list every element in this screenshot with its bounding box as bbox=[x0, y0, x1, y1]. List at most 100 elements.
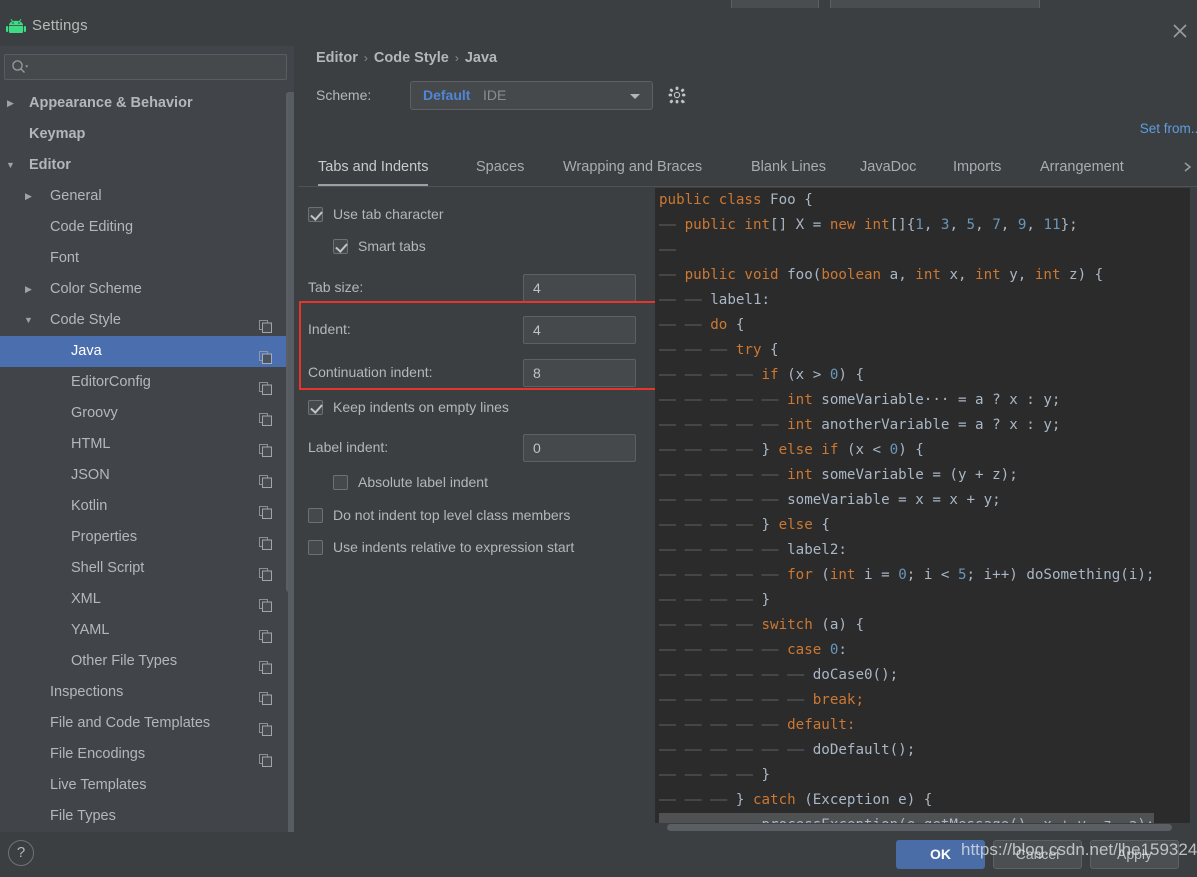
sidebar-item-kotlin[interactable]: Kotlin bbox=[0, 491, 294, 522]
copy-icon[interactable] bbox=[259, 686, 272, 705]
ok-button[interactable]: OK bbox=[896, 840, 985, 869]
sidebar-item-code-style[interactable]: ▼ Code Style bbox=[0, 305, 294, 336]
sidebar-item-label: Inspections bbox=[50, 684, 124, 700]
sidebar-item-xml[interactable]: XML bbox=[0, 584, 294, 615]
tab-tabs-and-indents[interactable]: Tabs and Indents bbox=[318, 151, 429, 187]
option-use-indents-relative[interactable]: Use indents relative to expression start bbox=[294, 534, 657, 562]
sidebar-item-properties[interactable]: Properties bbox=[0, 522, 294, 553]
sidebar-item-inspections[interactable]: Inspections bbox=[0, 677, 294, 708]
use-tab-character-checkbox[interactable] bbox=[308, 207, 323, 222]
copy-icon[interactable] bbox=[259, 345, 272, 364]
breadcrumb-code-style[interactable]: Code Style bbox=[374, 50, 449, 66]
tab-arrangement[interactable]: Arrangement bbox=[1040, 151, 1124, 187]
option-label-indent[interactable]: Label indent: 0 bbox=[294, 434, 657, 462]
tab-spaces[interactable]: Spaces bbox=[476, 151, 524, 187]
option-use-tab-character[interactable]: Use tab character bbox=[294, 201, 657, 229]
chevron-right-icon[interactable]: ▶ bbox=[22, 274, 35, 305]
copy-icon[interactable] bbox=[259, 748, 272, 767]
sidebar-item-json[interactable]: JSON bbox=[0, 460, 294, 491]
sidebar-item-editorconfig[interactable]: EditorConfig bbox=[0, 367, 294, 398]
copy-icon[interactable] bbox=[259, 717, 272, 736]
indent-input[interactable]: 4 bbox=[523, 316, 636, 344]
continuation-indent-label: Continuation indent: bbox=[308, 364, 433, 380]
sidebar-item-code-editing[interactable]: Code Editing bbox=[0, 212, 294, 243]
absolute-label-indent-checkbox[interactable] bbox=[333, 475, 348, 490]
chevron-right-icon[interactable]: ▶ bbox=[22, 181, 35, 212]
sidebar-item-label: Appearance & Behavior bbox=[29, 95, 193, 111]
option-tab-size[interactable]: Tab size: 4 bbox=[294, 274, 657, 302]
code-line: —— —— —— —— —— —— doCase0(); bbox=[659, 667, 899, 683]
scheme-dropdown[interactable]: Default IDE bbox=[410, 81, 653, 110]
copy-icon[interactable] bbox=[259, 469, 272, 488]
sidebar-item-yaml[interactable]: YAML bbox=[0, 615, 294, 646]
copy-icon[interactable] bbox=[259, 407, 272, 426]
chevron-down-icon[interactable]: ▼ bbox=[4, 150, 17, 181]
sidebar-item-label: Other File Types bbox=[71, 653, 178, 669]
preview-vertical-scrollbar[interactable] bbox=[1190, 188, 1197, 832]
label-indent-input[interactable]: 0 bbox=[523, 434, 636, 462]
sidebar-item-label: File Encodings bbox=[50, 746, 146, 762]
sidebar-item-color-scheme[interactable]: ▶ Color Scheme bbox=[0, 274, 294, 305]
use-indents-relative-checkbox[interactable] bbox=[308, 540, 323, 555]
sidebar-item-appearance-behavior[interactable]: ▶ Appearance & Behavior bbox=[0, 88, 294, 119]
sidebar-item-keymap[interactable]: Keymap bbox=[0, 119, 294, 150]
copy-icon[interactable] bbox=[259, 531, 272, 550]
chevron-down-icon[interactable]: ▼ bbox=[22, 305, 35, 336]
sidebar-item-other-file-types[interactable]: Other File Types bbox=[0, 646, 294, 677]
copy-icon[interactable] bbox=[259, 655, 272, 674]
close-icon[interactable] bbox=[1169, 20, 1191, 42]
sidebar-item-file-and-code-templates[interactable]: File and Code Templates bbox=[0, 708, 294, 739]
help-button[interactable]: ? bbox=[8, 840, 34, 866]
settings-tree[interactable]: ▶ Appearance & Behavior Keymap ▼ Editor ▶ Gene… bbox=[0, 88, 294, 832]
tab-size-input[interactable]: 4 bbox=[523, 274, 636, 302]
do-not-indent-top-level-checkbox[interactable] bbox=[308, 508, 323, 523]
option-indent[interactable]: Indent: 4 bbox=[294, 316, 657, 344]
option-absolute-label-indent[interactable]: Absolute label indent bbox=[294, 469, 657, 497]
option-do-not-indent-top-level[interactable]: Do not indent top level class members bbox=[294, 502, 657, 530]
copy-icon[interactable] bbox=[259, 562, 272, 581]
scheme-value: Default bbox=[423, 87, 471, 103]
sidebar-item-live-templates[interactable]: Live Templates bbox=[0, 770, 294, 801]
sidebar-item-html[interactable]: HTML bbox=[0, 429, 294, 460]
copy-icon[interactable] bbox=[259, 624, 272, 643]
settings-tabs[interactable]: Arrangement Imports JavaDoc Blank Lines Wrap… bbox=[298, 151, 1197, 187]
preview-horizontal-scrollbar[interactable] bbox=[655, 823, 1197, 832]
gear-icon[interactable] bbox=[668, 86, 688, 106]
tab-imports[interactable]: Imports bbox=[953, 151, 1001, 187]
copy-icon[interactable] bbox=[259, 376, 272, 395]
cancel-button[interactable]: Cancel bbox=[993, 840, 1082, 869]
search-field[interactable] bbox=[4, 54, 287, 80]
option-continuation-indent[interactable]: Continuation indent: 8 bbox=[294, 359, 657, 387]
code-line: —— —— —— —— —— label2: bbox=[659, 542, 847, 558]
sidebar-item-java[interactable]: Java bbox=[0, 336, 294, 367]
code-preview[interactable]: public class Foo {—— public int[] X = ne… bbox=[655, 188, 1197, 832]
sidebar-item-label: YAML bbox=[71, 622, 110, 638]
tab-javadoc[interactable]: JavaDoc bbox=[860, 151, 916, 187]
option-smart-tabs[interactable]: Smart tabs bbox=[294, 233, 657, 261]
copy-icon[interactable] bbox=[259, 500, 272, 519]
continuation-indent-input[interactable]: 8 bbox=[523, 359, 636, 387]
sidebar: ▶ Appearance & Behavior Keymap ▼ Editor ▶ Gene… bbox=[0, 46, 294, 877]
apply-button[interactable]: Apply bbox=[1090, 840, 1179, 869]
tab-blank-lines[interactable]: Blank Lines bbox=[751, 151, 826, 187]
copy-icon[interactable] bbox=[259, 593, 272, 612]
search-input[interactable] bbox=[4, 54, 287, 80]
sidebar-item-editor[interactable]: ▼ Editor bbox=[0, 150, 294, 181]
breadcrumb-editor[interactable]: Editor bbox=[316, 50, 358, 66]
code-line: —— —— —— } catch (Exception e) { bbox=[659, 792, 933, 808]
smart-tabs-checkbox[interactable] bbox=[333, 239, 348, 254]
set-from-link[interactable]: Set from... bbox=[1140, 121, 1197, 136]
tabs-overflow-chevron-icon[interactable] bbox=[1181, 160, 1195, 174]
sidebar-item-font[interactable]: Font bbox=[0, 243, 294, 274]
tab-wrapping-and-braces[interactable]: Wrapping and Braces bbox=[563, 151, 702, 187]
copy-icon[interactable] bbox=[259, 314, 272, 333]
chevron-right-icon[interactable]: ▶ bbox=[4, 88, 17, 119]
keep-indents-checkbox[interactable] bbox=[308, 400, 323, 415]
sidebar-item-general[interactable]: ▶ General bbox=[0, 181, 294, 212]
option-keep-indents-on-empty-lines[interactable]: Keep indents on empty lines bbox=[294, 394, 657, 422]
sidebar-item-file-encodings[interactable]: File Encodings bbox=[0, 739, 294, 770]
sidebar-item-groovy[interactable]: Groovy bbox=[0, 398, 294, 429]
sidebar-item-file-types[interactable]: File Types bbox=[0, 801, 294, 832]
sidebar-item-shell-script[interactable]: Shell Script bbox=[0, 553, 294, 584]
copy-icon[interactable] bbox=[259, 438, 272, 457]
